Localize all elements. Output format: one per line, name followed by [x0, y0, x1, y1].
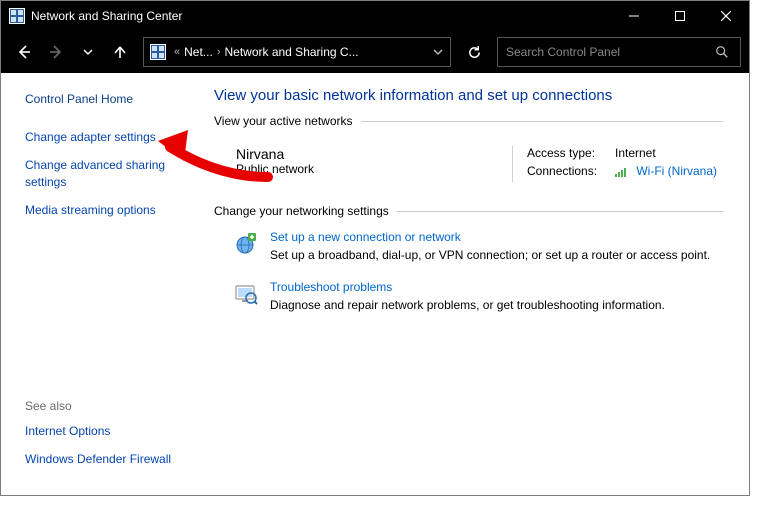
setup-connection-link[interactable]: Set up a new connection or network	[270, 230, 710, 244]
breadcrumb[interactable]: « Net... › Network and Sharing C...	[143, 37, 451, 67]
connection-link[interactable]: Wi-Fi (Nirvana)	[636, 164, 717, 178]
wifi-signal-icon	[615, 166, 629, 178]
chevron-right-icon: ›	[213, 46, 225, 58]
divider	[361, 121, 723, 122]
close-button[interactable]	[703, 1, 749, 31]
setup-connection-icon	[232, 230, 260, 258]
forward-button[interactable]	[41, 37, 71, 67]
setup-connection-desc: Set up a broadband, dial-up, or VPN conn…	[270, 248, 710, 262]
recent-locations-button[interactable]	[73, 37, 103, 67]
breadcrumb-dropdown[interactable]	[428, 47, 448, 57]
troubleshoot-icon	[232, 280, 260, 308]
media-streaming-options-link[interactable]: Media streaming options	[25, 202, 185, 218]
page-title: View your basic network information and …	[214, 87, 723, 104]
access-type-value: Internet	[615, 146, 656, 160]
control-panel-home-link[interactable]: Control Panel Home	[25, 91, 185, 107]
change-advanced-sharing-link[interactable]: Change advanced sharing settings	[25, 157, 185, 189]
breadcrumb-prefix: «	[170, 46, 184, 58]
troubleshoot-link[interactable]: Troubleshoot problems	[270, 280, 665, 294]
breadcrumb-item[interactable]: Net...	[184, 45, 213, 59]
troubleshoot-option[interactable]: Troubleshoot problems Diagnose and repai…	[214, 280, 723, 312]
active-networks-label: View your active networks	[214, 114, 353, 128]
connections-label: Connections:	[527, 164, 615, 178]
network-type: Public network	[236, 162, 512, 176]
search-input[interactable]	[506, 45, 712, 59]
minimize-button[interactable]	[611, 1, 657, 31]
divider	[397, 211, 723, 212]
windows-defender-firewall-link[interactable]: Windows Defender Firewall	[25, 451, 185, 467]
window-title: Network and Sharing Center	[31, 9, 611, 23]
troubleshoot-desc: Diagnose and repair network problems, or…	[270, 298, 665, 312]
breadcrumb-item[interactable]: Network and Sharing C...	[224, 45, 358, 59]
titlebar: Network and Sharing Center	[1, 1, 749, 31]
setup-connection-option[interactable]: Set up a new connection or network Set u…	[214, 230, 723, 262]
search-box[interactable]	[497, 37, 741, 67]
sidebar: Control Panel Home Change adapter settin…	[1, 73, 206, 495]
refresh-button[interactable]	[459, 37, 489, 67]
navigation-bar: « Net... › Network and Sharing C...	[1, 31, 749, 73]
app-icon	[9, 8, 25, 24]
internet-options-link[interactable]: Internet Options	[25, 423, 185, 439]
change-adapter-settings-link[interactable]: Change adapter settings	[25, 129, 185, 145]
breadcrumb-icon	[148, 42, 168, 62]
back-button[interactable]	[9, 37, 39, 67]
search-icon[interactable]	[712, 45, 732, 59]
up-button[interactable]	[105, 37, 135, 67]
access-type-label: Access type:	[527, 146, 615, 160]
network-name: Nirvana	[236, 146, 512, 162]
maximize-button[interactable]	[657, 1, 703, 31]
main-panel: View your basic network information and …	[206, 73, 749, 495]
change-settings-label: Change your networking settings	[214, 204, 389, 218]
see-also-label: See also	[25, 399, 196, 413]
